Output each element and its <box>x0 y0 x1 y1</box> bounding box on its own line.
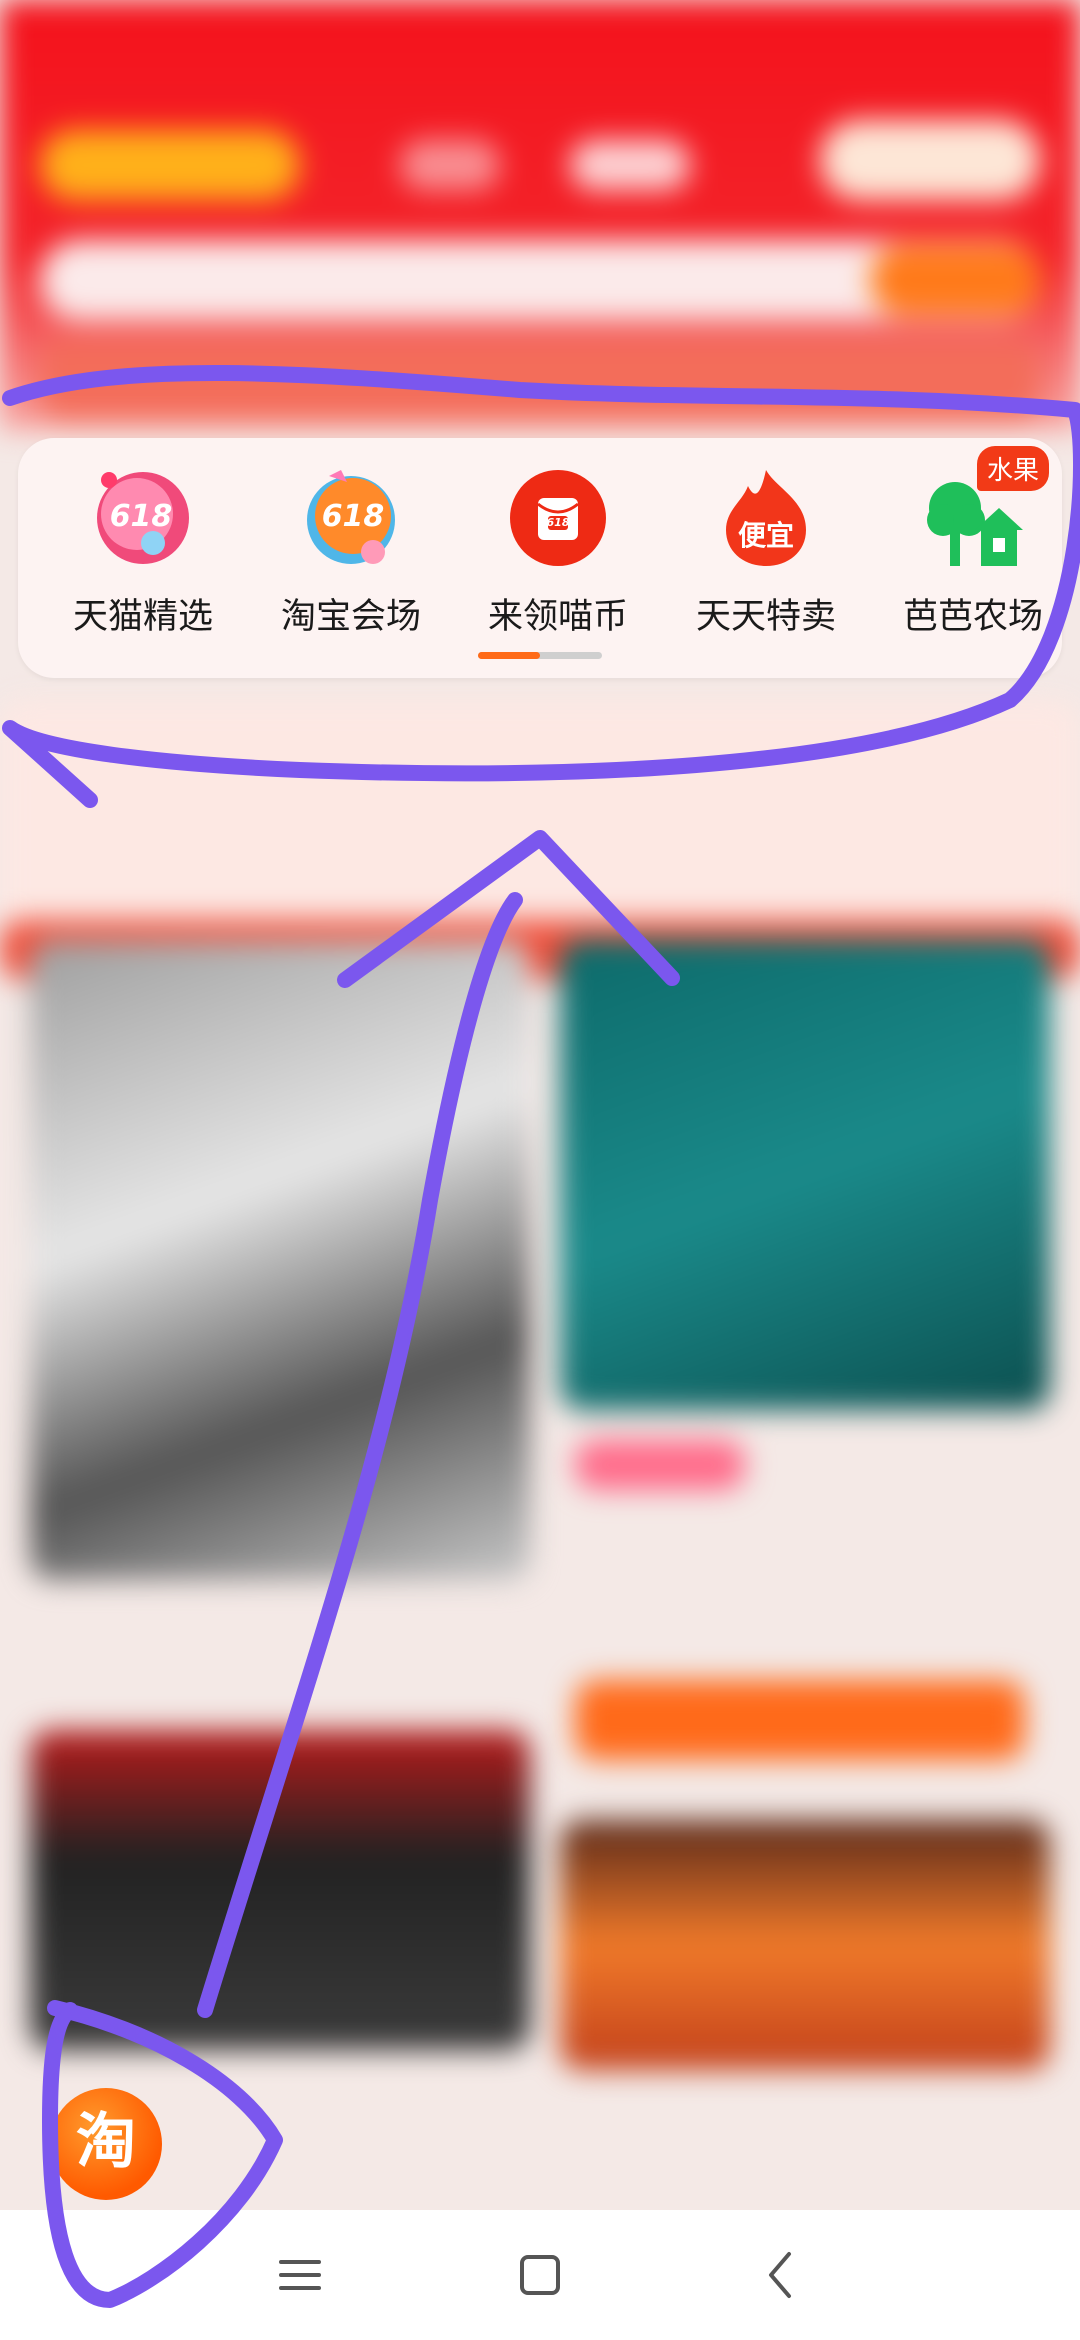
blurred-background <box>0 0 1080 2340</box>
blurred-product-image <box>560 1820 1050 2070</box>
svg-text:618: 618 <box>322 499 385 534</box>
blurred-banner <box>40 340 1040 420</box>
menu-icon <box>279 2260 321 2290</box>
home-square-icon <box>520 2255 560 2295</box>
taobao-618-icon: 618 <box>301 468 401 568</box>
blurred-strip <box>0 700 1080 930</box>
shortcut-baba-farm[interactable]: 水果 芭芭农场 <box>878 438 1068 638</box>
blurred-product-image <box>30 940 530 1580</box>
tmall-618-icon: 618 <box>93 468 193 568</box>
shortcut-claim-coins[interactable]: 618 来领喵币 <box>463 438 653 638</box>
system-nav-bar <box>0 2210 1080 2340</box>
tree-house-icon: 水果 <box>923 446 1049 568</box>
menu-nav-button[interactable] <box>265 2240 335 2310</box>
blurred-product-image <box>560 940 1050 1410</box>
shortcut-taobao-venue[interactable]: 618 淘宝会场 <box>256 438 446 638</box>
shortcut-icon-bar: 618 天猫精选 618 淘宝会场 618 来领喵币 便宜 天天特卖 水果 芭芭… <box>18 438 1062 678</box>
envelope-icon-text: 618 <box>546 516 570 529</box>
flame-cheap-icon: 便宜 <box>716 468 816 568</box>
blurred-price-pill <box>575 1440 745 1490</box>
blurred-product-image <box>30 1730 530 2050</box>
flame-icon-text: 便宜 <box>737 519 794 552</box>
scroll-indicator-fill <box>478 652 540 659</box>
home-nav-button[interactable] <box>505 2240 575 2310</box>
shortcut-tmall-select[interactable]: 618 天猫精选 <box>48 438 238 638</box>
shortcut-daily-deals[interactable]: 便宜 天天特卖 <box>671 438 861 638</box>
shortcut-label: 来领喵币 <box>487 597 628 637</box>
blurred-search-button <box>870 245 1040 315</box>
blurred-buy-bar <box>575 1680 1025 1760</box>
svg-text:618: 618 <box>110 499 173 534</box>
shortcut-label: 淘宝会场 <box>280 597 421 637</box>
back-chevron-icon <box>769 2252 791 2298</box>
blurred-tab <box>400 140 500 190</box>
blurred-location-chip <box>40 130 300 200</box>
blurred-promo <box>820 120 1040 200</box>
shortcut-label: 天天特卖 <box>695 597 836 637</box>
shortcut-label: 芭芭农场 <box>902 597 1043 637</box>
shortcut-label: 天猫精选 <box>72 597 213 637</box>
back-nav-button[interactable] <box>745 2240 815 2310</box>
scroll-indicator <box>478 652 602 659</box>
red-envelope-618-icon: 618 <box>508 468 608 568</box>
taobao-logo-text: 淘 <box>76 2107 136 2177</box>
taobao-logo-button[interactable]: 淘 <box>50 2088 162 2200</box>
fruit-badge: 水果 <box>976 446 1049 491</box>
blurred-tab <box>570 140 690 190</box>
